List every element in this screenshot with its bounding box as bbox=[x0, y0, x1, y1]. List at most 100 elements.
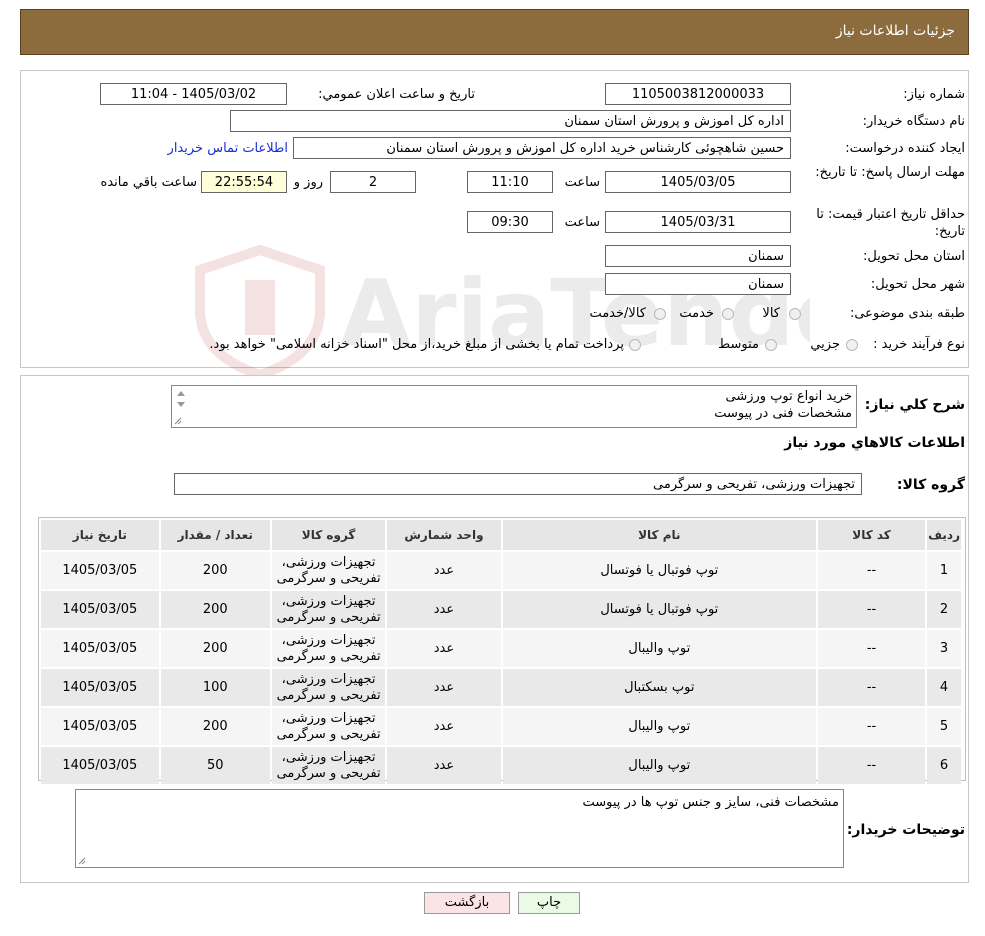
process-note: پرداخت تمام یا بخشی از مبلغ خرید،از محل … bbox=[209, 337, 624, 352]
announce-field: 1405/03/02 - 11:04 bbox=[100, 83, 287, 105]
items-table-frame: رديف کد کالا نام کالا واحد شمارش گروه کا… bbox=[38, 517, 966, 784]
category-option-goods: کالا bbox=[762, 306, 780, 321]
cell-quantity: 50 bbox=[160, 747, 270, 784]
cell-row-number: 2 bbox=[927, 591, 961, 628]
city-field: سمنان bbox=[605, 273, 791, 295]
cell-unit: عدد bbox=[387, 630, 501, 667]
deadline-time-label: ساعت bbox=[564, 175, 600, 190]
description-line-2: مشخصات فنی در پیوست bbox=[714, 406, 852, 421]
header-quantity: تعداد / مقدار bbox=[160, 520, 270, 550]
remaining-label: ساعت باقي مانده bbox=[100, 175, 197, 190]
buyer-notes-textarea[interactable]: مشخصات فنی، سایز و جنس توپ ها در پیوست bbox=[75, 789, 844, 868]
need-number-label: شماره نیاز: bbox=[903, 87, 965, 102]
remaining-time-field: 22:55:54 bbox=[201, 171, 287, 193]
validity-label: حداقل تاريخ اعتبار قيمت: تا تاريخ: bbox=[816, 207, 965, 239]
cell-item-code: -- bbox=[817, 591, 926, 628]
table-row: 5 -- توپ والیبال عدد تجهیزات ورزشی، تفری… bbox=[41, 708, 961, 745]
cell-item-name: توپ والیبال bbox=[502, 630, 816, 667]
header-row-number: رديف bbox=[927, 520, 961, 550]
need-number-field: 1105003812000033 bbox=[605, 83, 791, 105]
buyer-notes-label: توضيحات خريدار: bbox=[846, 822, 965, 838]
deadline-time-field: 11:10 bbox=[467, 171, 553, 193]
cell-item-name: توپ فوتبال یا فوتسال bbox=[502, 591, 816, 628]
category-radio-goods[interactable] bbox=[789, 308, 801, 320]
cell-item-name: توپ والیبال bbox=[502, 708, 816, 745]
cell-quantity: 200 bbox=[160, 591, 270, 628]
cell-unit: عدد bbox=[387, 591, 501, 628]
category-radio-goods-service[interactable] bbox=[654, 308, 666, 320]
deadline-date-field: 1405/03/05 bbox=[605, 171, 791, 193]
category-option-service: خدمت bbox=[679, 306, 714, 321]
header-item-name: نام کالا bbox=[502, 520, 816, 550]
validity-date-field: 1405/03/31 bbox=[605, 211, 791, 233]
cell-need-date: 1405/03/05 bbox=[41, 630, 159, 667]
cell-unit: عدد bbox=[387, 552, 501, 589]
print-button[interactable]: چاپ bbox=[518, 892, 580, 914]
days-label: روز و bbox=[293, 175, 323, 190]
cell-row-number: 4 bbox=[927, 669, 961, 706]
resize-grip-icon[interactable] bbox=[78, 857, 86, 865]
textarea-scrollbar[interactable] bbox=[175, 388, 187, 410]
buyer-notes-text: مشخصات فنی، سایز و جنس توپ ها در پیوست bbox=[582, 795, 839, 810]
days-field: 2 bbox=[330, 171, 416, 193]
cell-item-name: توپ بسکتبال bbox=[502, 669, 816, 706]
cell-group: تجهیزات ورزشی، تفریحی و سرگرمی bbox=[271, 669, 386, 706]
buyer-contact-link[interactable]: اطلاعات تماس خريدار bbox=[168, 141, 288, 156]
cell-item-code: -- bbox=[817, 747, 926, 784]
category-radio-service[interactable] bbox=[722, 308, 734, 320]
creator-label: ايجاد کننده درخواست: bbox=[845, 141, 965, 156]
header-group: گروه کالا bbox=[271, 520, 386, 550]
cell-item-code: -- bbox=[817, 708, 926, 745]
cell-group: تجهیزات ورزشی، تفریحی و سرگرمی bbox=[271, 552, 386, 589]
validity-time-field: 09:30 bbox=[467, 211, 553, 233]
description-label: شرح كلي نياز: bbox=[864, 397, 965, 413]
header-unit: واحد شمارش bbox=[387, 520, 501, 550]
cell-row-number: 6 bbox=[927, 747, 961, 784]
table-row: 4 -- توپ بسکتبال عدد تجهیزات ورزشی، تفری… bbox=[41, 669, 961, 706]
process-label: نوع فرآيند خريد : bbox=[873, 337, 965, 352]
items-table: رديف کد کالا نام کالا واحد شمارش گروه کا… bbox=[39, 518, 963, 786]
creator-field: حسین شاهچوئی کارشناس خرید اداره کل اموزش… bbox=[293, 137, 791, 159]
cell-group: تجهیزات ورزشی، تفریحی و سرگرمی bbox=[271, 708, 386, 745]
cell-unit: عدد bbox=[387, 747, 501, 784]
cell-item-name: توپ فوتبال یا فوتسال bbox=[502, 552, 816, 589]
process-radio-treasury[interactable] bbox=[629, 339, 641, 351]
watermark-shield-icon bbox=[195, 244, 325, 380]
cell-row-number: 5 bbox=[927, 708, 961, 745]
announce-label: تاريخ و ساعت اعلان عمومي: bbox=[318, 87, 475, 102]
province-field: سمنان bbox=[605, 245, 791, 267]
cell-need-date: 1405/03/05 bbox=[41, 708, 159, 745]
cell-quantity: 100 bbox=[160, 669, 270, 706]
cell-group: تجهیزات ورزشی، تفریحی و سرگرمی bbox=[271, 591, 386, 628]
province-label: استان محل تحويل: bbox=[863, 249, 965, 264]
description-line-1: خرید انواع توپ ورزشی bbox=[725, 389, 853, 404]
page-header: جزئیات اطلاعات نیاز bbox=[20, 9, 969, 55]
cell-item-code: -- bbox=[817, 630, 926, 667]
cell-row-number: 3 bbox=[927, 630, 961, 667]
cell-need-date: 1405/03/05 bbox=[41, 552, 159, 589]
page-title: جزئیات اطلاعات نیاز bbox=[835, 23, 955, 39]
cell-group: تجهیزات ورزشی، تفریحی و سرگرمی bbox=[271, 747, 386, 784]
goods-group-field: تجهیزات ورزشی، تفریحی و سرگرمی bbox=[174, 473, 862, 495]
cell-need-date: 1405/03/05 bbox=[41, 747, 159, 784]
table-header-row: رديف کد کالا نام کالا واحد شمارش گروه کا… bbox=[41, 520, 961, 550]
table-row: 3 -- توپ والیبال عدد تجهیزات ورزشی، تفری… bbox=[41, 630, 961, 667]
table-row: 6 -- توپ والیبال عدد تجهیزات ورزشی، تفری… bbox=[41, 747, 961, 784]
buyer-org-label: نام دستگاه خريدار: bbox=[862, 114, 965, 129]
scroll-arrows-icon bbox=[177, 391, 185, 407]
back-button[interactable]: بازگشت bbox=[424, 892, 510, 914]
cell-quantity: 200 bbox=[160, 630, 270, 667]
description-textarea[interactable]: خرید انواع توپ ورزشی مشخصات فنی در پیوست bbox=[171, 385, 857, 428]
cell-item-code: -- bbox=[817, 669, 926, 706]
cell-quantity: 200 bbox=[160, 552, 270, 589]
cell-group: تجهیزات ورزشی، تفریحی و سرگرمی bbox=[271, 630, 386, 667]
goods-group-label: گروه كالا: bbox=[896, 477, 965, 493]
cell-unit: عدد bbox=[387, 708, 501, 745]
validity-time-label: ساعت bbox=[564, 215, 600, 230]
process-radio-minor[interactable] bbox=[846, 339, 858, 351]
city-label: شهر محل تحويل: bbox=[870, 277, 965, 292]
process-radio-medium[interactable] bbox=[765, 339, 777, 351]
table-row: 2 -- توپ فوتبال یا فوتسال عدد تجهیزات ور… bbox=[41, 591, 961, 628]
goods-info-title: اطلاعات كالاهاي مورد نياز bbox=[784, 435, 965, 451]
resize-grip-icon[interactable] bbox=[174, 417, 182, 425]
